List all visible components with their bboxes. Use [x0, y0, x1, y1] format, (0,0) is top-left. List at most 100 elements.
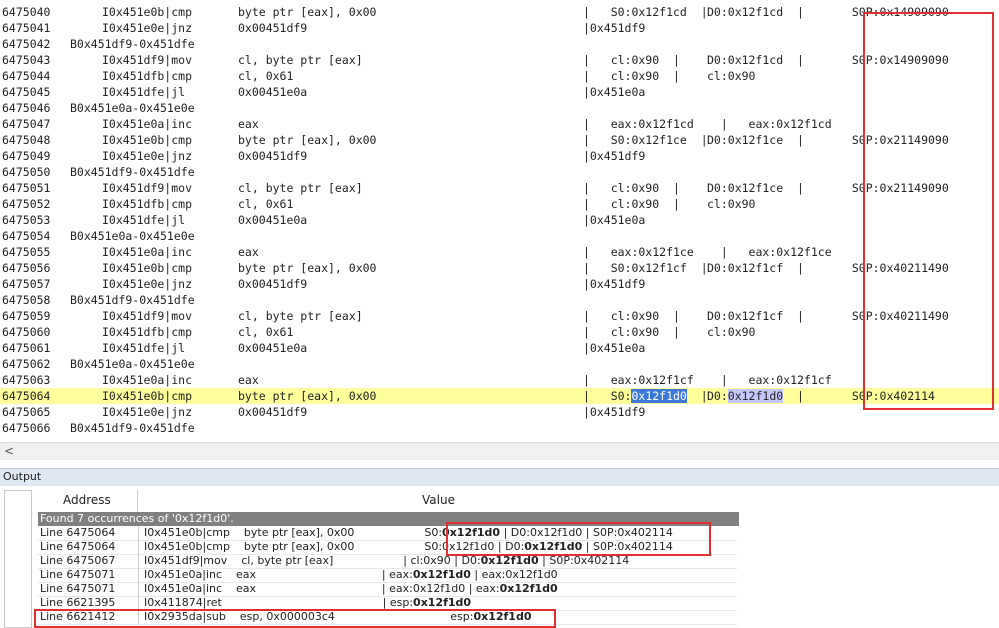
- instruction-address: I0x451dfe|jl: [102, 213, 186, 227]
- state-2: | eax:0x12f1ce: [707, 245, 832, 259]
- trace-row[interactable]: 6475057 I0x451e0e|jnz 0x00451df9 |0x451df9: [0, 276, 999, 292]
- trace-row[interactable]: 6475040 I0x451e0b|cmp byte ptr [eax], 0x00…: [0, 4, 999, 20]
- trace-row[interactable]: 6475060 I0x451dfb|cmp cl, 0x61 | cl:0x90 | c…: [0, 324, 999, 340]
- state-1: | eax:0x12f1cd: [583, 117, 694, 131]
- operands: eax: [238, 373, 259, 387]
- annotation-box-results-bottom: [34, 609, 556, 628]
- trace-row[interactable]: 6475053 I0x451dfe|jl 0x00451e0a |0x451e0a: [0, 212, 999, 228]
- operands: cl, 0x61: [238, 325, 294, 339]
- line-number: 6475040: [2, 5, 51, 19]
- state-2-wrap: D0:0x12f1d0 |: [707, 388, 804, 404]
- column-divider: [138, 596, 139, 610]
- line-number: 6475051: [2, 181, 51, 195]
- line-number: 6475048: [2, 133, 51, 147]
- state-2: cl:0x90: [707, 69, 756, 83]
- state-1: | S0:0x12f1ce |: [583, 133, 708, 147]
- operands: 0x00451e0a: [238, 341, 308, 355]
- line-number: 6475044: [2, 69, 51, 83]
- result-row[interactable]: Line 6475067 I0x451df9|mov cl, byte ptr […: [38, 554, 737, 569]
- trace-row[interactable]: 6475044 I0x451dfb|cmp cl, 0x61 | cl:0x90 | c…: [0, 68, 999, 84]
- output-panel-title: Output: [0, 468, 999, 487]
- result-line: Line 6475071: [40, 568, 116, 581]
- line-number: 6475049: [2, 149, 51, 163]
- trace-row[interactable]: 6475052 I0x451dfb|cmp cl, 0x61 | cl:0x90 | c…: [0, 196, 999, 212]
- result-value-part: I0x451e0b|cmp byte ptr [eax], 0x00: [144, 540, 425, 553]
- trace-row[interactable]: 6475059 I0x451df9|mov cl, byte ptr [eax] | …: [0, 308, 999, 324]
- trace-row[interactable]: 6475064 I0x451e0b|cmp byte ptr [eax], 0x00…: [0, 388, 999, 404]
- trace-row[interactable]: 6475054 B0x451e0a-0x451e0e: [0, 228, 999, 244]
- line-number: 6475054: [2, 229, 51, 243]
- operands: cl, byte ptr [eax]: [238, 181, 363, 195]
- result-value-part: I0x451e0a|inc eax | eax:: [144, 568, 413, 581]
- state-1: |0x451e0a: [583, 341, 646, 355]
- trace-row[interactable]: 6475045 I0x451dfe|jl 0x00451e0a |0x451e0a: [0, 84, 999, 100]
- trace-row[interactable]: 6475061 I0x451dfe|jl 0x00451e0a |0x451e0a: [0, 340, 999, 356]
- column-header-address[interactable]: Address: [63, 493, 111, 507]
- instruction-address: I0x451dfb|cmp: [102, 325, 193, 339]
- line-number: 6475056: [2, 261, 51, 275]
- result-value-part: I0x451e0a|inc eax | eax:0x12f1d0 | eax:: [144, 582, 500, 595]
- trace-row[interactable]: 6475048 I0x451e0b|cmp byte ptr [eax], 0x00…: [0, 132, 999, 148]
- state-1: | cl:0x90 |: [583, 53, 680, 67]
- output-title-label: Output: [3, 470, 42, 483]
- block-label: B0x451df9-0x451dfe: [70, 165, 195, 179]
- trace-listing[interactable]: 6475040 I0x451e0b|cmp byte ptr [eax], 0x00…: [0, 0, 999, 442]
- line-number: 6475061: [2, 341, 51, 355]
- operands: 0x00451df9: [238, 149, 308, 163]
- trace-row[interactable]: 6475058 B0x451df9-0x451dfe: [0, 292, 999, 308]
- trace-row[interactable]: 6475042 B0x451df9-0x451dfe: [0, 36, 999, 52]
- state-2: D0:0x12f1cd |: [707, 53, 804, 67]
- operands: 0x00451e0a: [238, 213, 308, 227]
- block-label: B0x451e0a-0x451e0e: [70, 229, 195, 243]
- trace-row[interactable]: 6475046 B0x451e0a-0x451e0e: [0, 100, 999, 116]
- line-number: 6475063: [2, 373, 51, 387]
- state-1: | eax:0x12f1cf: [583, 373, 694, 387]
- output-panel: Address Value Found 7 occurrences of '0x…: [0, 486, 999, 628]
- instruction-address: I0x451e0a|inc: [102, 117, 193, 131]
- trace-row[interactable]: 6475041 I0x451e0e|jnz 0x00451df9 |0x451df9: [0, 20, 999, 36]
- operands: cl, byte ptr [eax]: [238, 309, 363, 323]
- horizontal-scrollbar[interactable]: <: [0, 442, 999, 460]
- trace-row[interactable]: 6475051 I0x451df9|mov cl, byte ptr [eax] | …: [0, 180, 999, 196]
- result-row[interactable]: Line 6475071 I0x451e0a|inc eax | eax:0x12…: [38, 582, 737, 597]
- result-value-part: | eax:0x12f1d0: [470, 568, 558, 581]
- instruction-address: I0x451dfe|jl: [102, 341, 186, 355]
- state-1: | cl:0x90 |: [583, 325, 680, 339]
- line-number: 6475064: [2, 389, 51, 403]
- instruction-address: I0x451dfb|cmp: [102, 197, 193, 211]
- trace-row[interactable]: 6475065 I0x451e0e|jnz 0x00451df9 |0x451df9: [0, 404, 999, 420]
- trace-row[interactable]: 6475062 B0x451e0a-0x451e0e: [0, 356, 999, 372]
- state-1-tail: |: [686, 389, 708, 403]
- column-divider: [138, 554, 139, 568]
- state-1: | cl:0x90 |: [583, 197, 680, 211]
- instruction-address: I0x451e0a|inc: [102, 245, 193, 259]
- state-1: |0x451e0a: [583, 85, 646, 99]
- result-value: I0x451e0a|inc eax | eax:0x12f1d0 | eax:0…: [144, 582, 558, 596]
- result-line: Line 6475067: [40, 554, 116, 567]
- line-number: 6475055: [2, 245, 51, 259]
- line-number: 6475066: [2, 421, 51, 435]
- column-header-value[interactable]: Value: [422, 493, 455, 507]
- line-number: 6475043: [2, 53, 51, 67]
- trace-row[interactable]: 6475050 B0x451df9-0x451dfe: [0, 164, 999, 180]
- operands: eax: [238, 117, 259, 131]
- instruction-address: I0x451e0e|jnz: [102, 405, 193, 419]
- line-number: 6475060: [2, 325, 51, 339]
- trace-row[interactable]: 6475043 I0x451df9|mov cl, byte ptr [eax] | …: [0, 52, 999, 68]
- scroll-left-icon[interactable]: <: [4, 444, 14, 458]
- instruction-address: I0x451dfb|cmp: [102, 69, 193, 83]
- operands: 0x00451e0a: [238, 85, 308, 99]
- trace-row[interactable]: 6475063 I0x451e0a|inc eax | eax:0x12f1cf | …: [0, 372, 999, 388]
- trace-row[interactable]: 6475049 I0x451e0e|jnz 0x00451df9 |0x451df9: [0, 148, 999, 164]
- operands: byte ptr [eax], 0x00: [238, 389, 377, 403]
- line-number: 6475050: [2, 165, 51, 179]
- trace-row[interactable]: 6475055 I0x451e0a|inc eax | eax:0x12f1ce | …: [0, 244, 999, 260]
- result-value: I0x451df9|mov cl, byte ptr [eax] | cl:0x…: [144, 554, 629, 568]
- result-row[interactable]: Line 6475071 I0x451e0a|inc eax | eax:0x12…: [38, 568, 737, 583]
- state-1: | cl:0x90 |: [583, 181, 680, 195]
- instruction-address: I0x451e0b|cmp: [102, 5, 193, 19]
- instruction-address: I0x451e0b|cmp: [102, 133, 193, 147]
- trace-row[interactable]: 6475047 I0x451e0a|inc eax | eax:0x12f1cd | …: [0, 116, 999, 132]
- trace-row[interactable]: 6475066 B0x451df9-0x451dfe: [0, 420, 999, 436]
- trace-row[interactable]: 6475056 I0x451e0b|cmp byte ptr [eax], 0x00…: [0, 260, 999, 276]
